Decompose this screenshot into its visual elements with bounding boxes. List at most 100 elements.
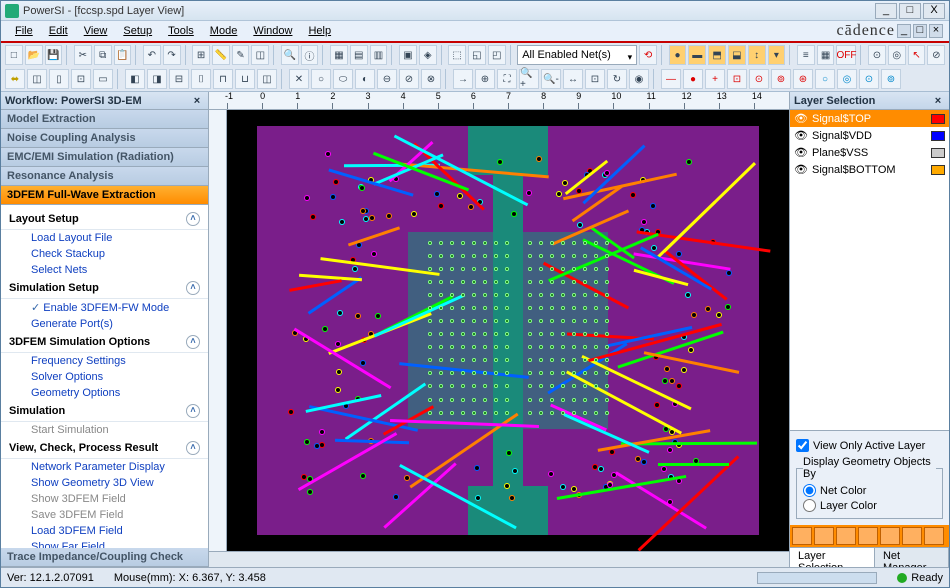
tool-icon[interactable]: ⌷ [191,69,211,89]
paste-icon[interactable]: 📋 [114,45,132,65]
collapse-icon[interactable]: ˄ [186,281,200,295]
tab-layer-selection[interactable]: Layer Selection [790,548,875,567]
tool-icon[interactable]: ↕ [748,45,766,65]
color-swatch[interactable] [931,131,945,141]
tool-icon[interactable]: ⬓ [728,45,746,65]
tool-icon[interactable]: ⊚ [771,69,791,89]
tool-icon[interactable]: ⊚ [881,69,901,89]
redo-icon[interactable]: ↷ [163,45,181,65]
tree-item[interactable]: Load Layout File [1,230,208,246]
close-button[interactable]: X [923,3,945,19]
refresh-icon[interactable]: ↻ [607,69,627,89]
workflow-section[interactable]: EMC/EMI Simulation (Radiation) [1,148,208,167]
collapse-icon[interactable]: ˄ [186,404,200,418]
workflow-section[interactable]: 3DFEM Full-Wave Extraction [1,186,208,205]
tool-icon[interactable]: ⊟ [169,69,189,89]
tool-icon[interactable]: ◨ [147,69,167,89]
tool-icon[interactable]: ⊙ [749,69,769,89]
menu-edit[interactable]: Edit [41,25,76,37]
close-icon[interactable]: × [931,95,945,107]
tool-icon[interactable]: ◫ [257,69,277,89]
ruler-icon[interactable]: 📏 [212,45,230,65]
tool-icon[interactable]: ⬭ [333,69,353,89]
tool-icon[interactable]: ▯ [49,69,69,89]
tool-icon[interactable]: ⊘ [399,69,419,89]
layer-tool-icon[interactable] [792,527,812,545]
zoom-fit-icon[interactable]: ⛶ [497,69,517,89]
collapse-icon[interactable]: ˄ [186,212,200,226]
tool-icon[interactable]: ▦ [817,45,835,65]
tool-icon[interactable]: ◱ [468,45,486,65]
collapse-icon[interactable]: ˄ [186,335,200,349]
tree-item[interactable]: Save 3DFEM Field [1,507,208,523]
tree-item[interactable]: Check Stackup [1,246,208,262]
tool-icon[interactable]: + [705,69,725,89]
view-only-active-checkbox[interactable]: View Only Active Layer [796,439,943,452]
workflow-section[interactable]: Model Extraction [1,110,208,129]
zoom-in-icon[interactable]: 🔍+ [519,69,539,89]
mdi-close-button[interactable]: × [929,24,943,38]
layer-row[interactable]: 👁Signal$VDD [790,127,949,144]
tool-icon[interactable]: ⬚ [448,45,466,65]
mdi-minimize-button[interactable]: _ [897,24,911,38]
layer-tool-icon[interactable] [924,527,944,545]
tool-icon[interactable]: ⬒ [708,45,726,65]
tool-icon[interactable]: ◫ [251,45,269,65]
tool-icon[interactable]: ● [669,45,687,65]
layer-tool-icon[interactable] [814,527,834,545]
layer-tool-icon[interactable] [836,527,856,545]
tool-icon[interactable]: ◉ [629,69,649,89]
color-swatch[interactable] [931,148,945,158]
layout-canvas[interactable] [227,110,789,551]
tool-icon[interactable]: ▥ [370,45,388,65]
tree-item[interactable]: Select Nets [1,262,208,278]
minimize-button[interactable]: _ [875,3,897,19]
tool-icon[interactable]: ⊡ [727,69,747,89]
tool-icon[interactable]: ◈ [419,45,437,65]
tool-icon[interactable]: ◎ [837,69,857,89]
visibility-icon[interactable]: 👁 [794,112,808,125]
tool-icon[interactable]: ⊕ [475,69,495,89]
tool-icon[interactable]: → [453,69,473,89]
tool-icon[interactable]: ⬌ [5,69,25,89]
workflow-section[interactable]: Noise Coupling Analysis [1,129,208,148]
color-swatch[interactable] [931,114,945,124]
collapse-icon[interactable]: ˄ [186,441,200,455]
tree-item[interactable]: Show Geometry 3D View [1,475,208,491]
tool-icon[interactable]: ⊔ [235,69,255,89]
horizontal-scrollbar[interactable] [209,551,789,567]
tool-icon[interactable]: ● [683,69,703,89]
layer-tool-icon[interactable] [858,527,878,545]
pointer-icon[interactable]: ↖ [908,45,926,65]
tool-icon[interactable]: ◫ [27,69,47,89]
tree-item[interactable]: Solver Options [1,369,208,385]
tab-net-manager[interactable]: Net Manager [875,548,949,567]
tool-icon[interactable]: ▤ [350,45,368,65]
tree-item[interactable]: Show 3DFEM Field [1,491,208,507]
tree-item[interactable]: Geometry Options [1,385,208,401]
layer-row[interactable]: 👁Signal$BOTTOM [790,161,949,178]
tree-item[interactable]: Enable 3DFEM-FW Mode [1,299,208,316]
tree-group[interactable]: 3DFEM Simulation Options˄ [1,332,208,353]
radio-net-color[interactable]: Net Color [803,484,936,497]
layer-row[interactable]: 👁Signal$TOP [790,110,949,127]
workflow-section[interactable]: Resonance Analysis [1,167,208,186]
undo-icon[interactable]: ↶ [143,45,161,65]
menu-mode[interactable]: Mode [202,25,246,37]
tool-icon[interactable]: ≡ [797,45,815,65]
tree-item[interactable]: Start Simulation [1,422,208,438]
tool-icon[interactable]: ⊡ [71,69,91,89]
layer-tool-icon[interactable] [902,527,922,545]
menu-help[interactable]: Help [300,25,339,37]
tool-icon[interactable]: — [661,69,681,89]
tool-icon[interactable]: ↔ [563,69,583,89]
tool-icon[interactable]: ⊗ [421,69,441,89]
menu-file[interactable]: File [7,25,41,37]
color-swatch[interactable] [931,165,945,175]
layer-tool-icon[interactable] [880,527,900,545]
tool-icon[interactable]: ⟲ [639,45,657,65]
tool-icon[interactable]: ⊡ [585,69,605,89]
info-icon[interactable]: ⓘ [301,45,319,65]
tool-icon[interactable]: ▬ [688,45,706,65]
tool-icon[interactable]: ◰ [488,45,506,65]
